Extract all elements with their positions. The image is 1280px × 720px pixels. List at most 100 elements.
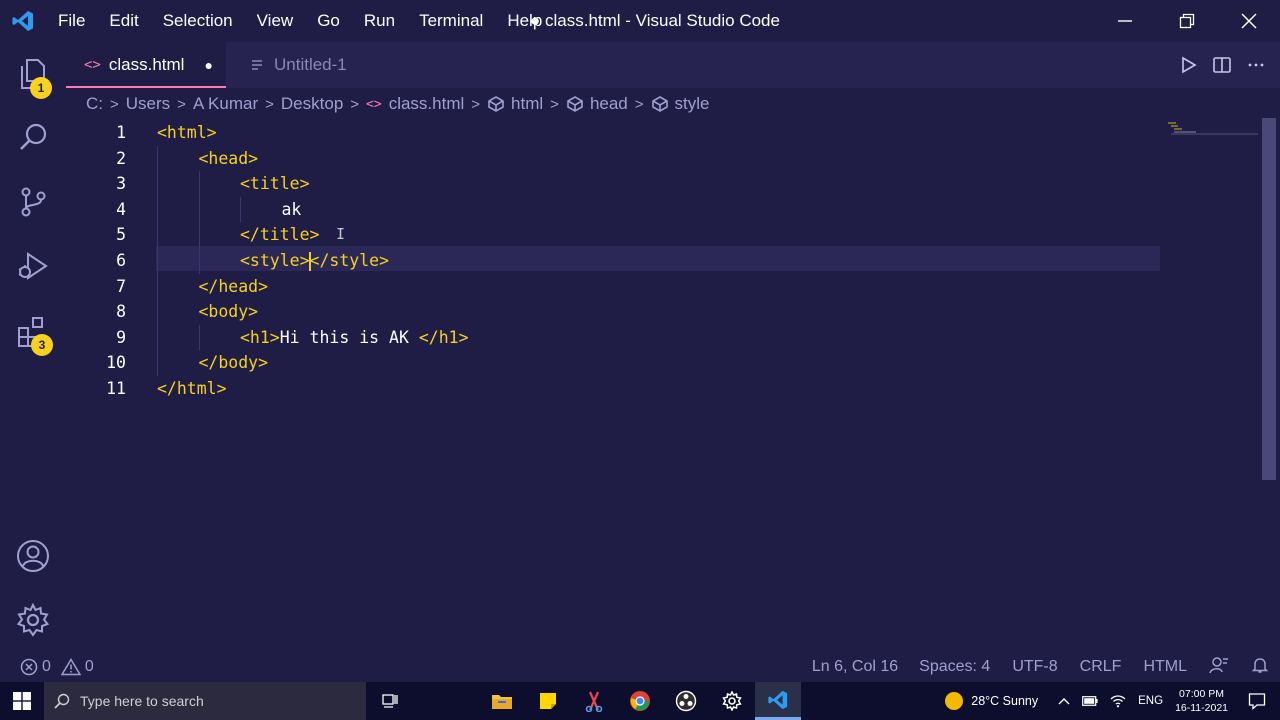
breadcrumb-users[interactable]: Users — [126, 94, 170, 114]
breadcrumb-user[interactable]: A Kumar — [193, 94, 258, 114]
chrome-button[interactable] — [617, 682, 663, 720]
code-line[interactable]: <style></style> — [240, 248, 389, 274]
snip-sketch-button[interactable] — [571, 682, 617, 720]
tray-overflow-button[interactable] — [1058, 697, 1070, 705]
menu-terminal[interactable]: Terminal — [407, 0, 495, 42]
indentation[interactable]: Spaces: 4 — [909, 658, 1001, 676]
status-right: Ln 6, Col 16 Spaces: 4 UTF-8 CRLF HTML — [801, 652, 1280, 682]
sticky-notes-icon — [540, 693, 556, 709]
line-number: 3 — [116, 174, 126, 194]
run-icon[interactable] — [1178, 55, 1198, 75]
html-tag-token: <style> — [240, 251, 310, 270]
code-line[interactable]: </title> — [240, 222, 319, 248]
indent-guide — [198, 248, 200, 274]
clock[interactable]: 07:00 PM 16-11-2021 — [1175, 687, 1228, 715]
source-control-button[interactable] — [0, 172, 66, 232]
status-bar: 0 0 Ln 6, Col 16 Spaces: 4 UTF-8 CRLF HT… — [0, 652, 1280, 682]
menu-file[interactable]: File — [46, 0, 97, 42]
minimap[interactable] — [1166, 120, 1258, 652]
line-number: 7 — [116, 276, 126, 296]
weather-widget[interactable]: 28°C Sunny — [945, 692, 1038, 710]
search-placeholder: Type here to search — [80, 693, 204, 709]
indent-guide — [157, 324, 158, 351]
breadcrumb-desktop[interactable]: Desktop — [281, 94, 343, 114]
html-tag-token: </style> — [309, 251, 390, 270]
vertical-scrollbar[interactable] — [1262, 118, 1276, 480]
html-file-icon: <> — [84, 57, 101, 73]
code-line[interactable]: <title> — [240, 171, 310, 197]
indent-guide — [198, 196, 200, 223]
error-icon — [20, 658, 38, 676]
breadcrumb-drive[interactable]: C: — [86, 94, 103, 114]
code-line[interactable]: </html> — [157, 376, 227, 402]
menu-selection[interactable]: Selection — [151, 0, 245, 42]
breadcrumb-style[interactable]: style — [651, 94, 710, 114]
system-tray: 28°C Sunny ENG 07:00 PM 16-11-2021 — [945, 682, 1280, 720]
code-line[interactable]: <h1>Hi this is AK </h1> — [240, 325, 469, 351]
code-line[interactable]: ak — [282, 197, 302, 223]
menu-help[interactable]: Help — [495, 0, 554, 42]
code-line[interactable]: <body> — [199, 299, 259, 325]
notifications-button[interactable] — [1240, 656, 1280, 679]
code-line[interactable]: </head> — [199, 274, 269, 300]
task-view-icon — [382, 694, 398, 708]
cursor-position[interactable]: Ln 6, Col 16 — [801, 658, 909, 676]
end-of-line[interactable]: CRLF — [1069, 658, 1133, 676]
code-editor[interactable]: 1 2 3 4 5 6 7 8 9 10 11 <html> <head> <title> ak </tit… — [66, 120, 1260, 652]
language-mode[interactable]: HTML — [1132, 658, 1198, 676]
search-button[interactable] — [0, 108, 66, 168]
indent-guide — [157, 299, 158, 325]
breadcrumb-head[interactable]: head — [566, 94, 628, 114]
problems-indicator[interactable]: 0 0 — [0, 658, 94, 676]
wifi-icon — [1110, 695, 1126, 708]
html-tag-token: </title> — [240, 225, 320, 245]
code-line[interactable]: <head> — [199, 146, 259, 172]
close-button[interactable] — [1218, 0, 1280, 42]
extensions-button[interactable]: 3 — [0, 302, 66, 362]
vscode-taskbar-button[interactable] — [755, 682, 801, 720]
source-control-icon — [21, 187, 46, 217]
restore-button[interactable] — [1156, 0, 1218, 42]
encoding[interactable]: UTF-8 — [1001, 658, 1068, 676]
unsaved-dot[interactable]: ● — [204, 57, 212, 73]
explorer-button[interactable]: 1 — [0, 44, 66, 104]
manage-button[interactable] — [0, 590, 66, 650]
code-line[interactable]: </body> — [199, 350, 269, 376]
breadcrumb-html[interactable]: html — [487, 94, 543, 114]
text-cursor-icon: I — [336, 225, 346, 243]
menu-edit[interactable]: Edit — [97, 0, 150, 42]
task-view-button[interactable] — [367, 682, 413, 720]
taskbar-search[interactable]: Type here to search — [44, 682, 366, 720]
input-language[interactable]: ENG — [1138, 695, 1163, 707]
more-actions-icon[interactable] — [1246, 55, 1266, 75]
action-center-button[interactable] — [1248, 692, 1266, 710]
indent-guide — [157, 350, 158, 376]
breadcrumb-file-label: class.html — [388, 94, 465, 113]
settings-button[interactable] — [709, 682, 755, 720]
accounts-button[interactable] — [0, 526, 66, 586]
feedback-button[interactable] — [1198, 656, 1240, 679]
line-number: 5 — [116, 225, 126, 245]
chevron-up-icon — [1058, 698, 1070, 705]
tab-class-html[interactable]: <> class.html ● — [66, 42, 226, 88]
obs-button[interactable] — [663, 682, 709, 720]
window-controls — [1094, 0, 1280, 42]
menu-go[interactable]: Go — [305, 0, 352, 42]
html-tag-token: <html> — [157, 123, 217, 142]
start-button[interactable] — [0, 682, 44, 720]
menu-run[interactable]: Run — [352, 0, 407, 42]
breadcrumb-file[interactable]: <> class.html — [366, 94, 464, 114]
wifi-button[interactable] — [1110, 694, 1126, 708]
split-editor-icon[interactable] — [1212, 55, 1232, 75]
battery-button[interactable] — [1082, 696, 1098, 706]
tab-untitled-1[interactable]: Untitled-1 — [228, 42, 388, 88]
activity-bar: 1 3 — [0, 42, 66, 652]
menu-view[interactable]: View — [245, 0, 306, 42]
account-icon — [17, 540, 49, 572]
minimize-button[interactable] — [1094, 0, 1156, 42]
sticky-notes-button[interactable] — [525, 682, 571, 720]
run-debug-button[interactable] — [0, 236, 66, 296]
file-explorer-button[interactable] — [479, 682, 525, 720]
code-line[interactable]: <html> — [157, 120, 217, 146]
text-token: Hi this is AK — [279, 327, 419, 347]
